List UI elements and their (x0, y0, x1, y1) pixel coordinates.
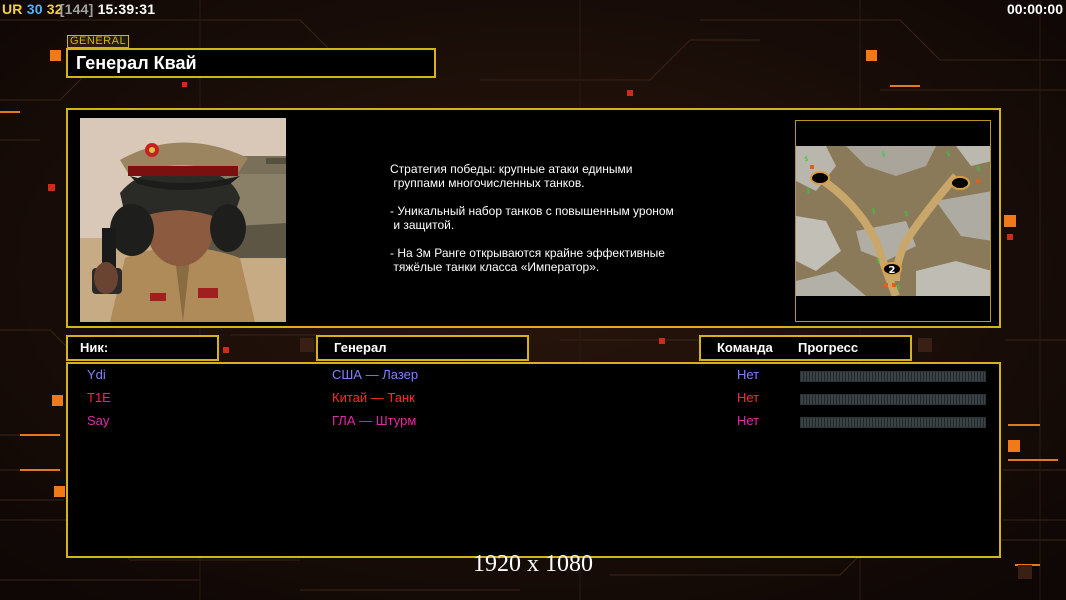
general-title: Генерал Квай (66, 48, 436, 78)
general-tag: GENERAL (67, 35, 130, 48)
svg-text:$: $ (976, 165, 980, 173)
player-general: США — Лазер (332, 367, 419, 382)
progress-bar (800, 417, 986, 428)
general-info-panel: Стратегия победы: крупные атаки едиными … (66, 108, 1001, 328)
game-timer: 00:00:00 (1006, 1, 1063, 17)
player-row[interactable]: T1E Китай — Танк Нет (68, 390, 999, 412)
strategy-line-1: Стратегия победы: крупные атаки едиными … (390, 162, 633, 190)
map-preview: 2 $ $ $ $ $ $ $ $ $ (795, 120, 991, 322)
svg-text:$: $ (881, 150, 885, 158)
player-nick: Say (87, 413, 110, 428)
player-general: ГЛА — Штурм (332, 413, 417, 428)
svg-text:$: $ (876, 257, 880, 265)
player-nick: T1E (87, 390, 111, 405)
resolution-label: 1920 x 1080 (473, 551, 593, 577)
player-row[interactable]: Ydi США — Лазер Нет (68, 367, 999, 389)
svg-text:$: $ (806, 187, 810, 195)
player-team: Нет (737, 390, 760, 405)
svg-text:$: $ (946, 150, 950, 158)
svg-text:$: $ (904, 210, 908, 218)
player-general: Китай — Танк (332, 390, 415, 405)
general-portrait (80, 118, 286, 322)
hud-label: UR (2, 1, 23, 17)
svg-text:$: $ (896, 283, 900, 291)
header-general-label: Генерал (334, 340, 387, 355)
hud-clock: 15:39:31 (97, 1, 156, 17)
header-progress-label: Прогресс (798, 340, 859, 355)
strategy-line-3: - На 3м Ранге открываются крайне эффекти… (390, 246, 665, 274)
strategy-description: Стратегия победы: крупные атаки едиными … (390, 162, 720, 288)
hud-fps: 30 (26, 1, 43, 17)
strategy-line-2: - Уникальный набор танков с повышенным у… (390, 204, 674, 232)
header-nick-label: Ник: (80, 340, 109, 355)
start-position-marker: 2 (889, 265, 896, 276)
header-nick: Ник: (66, 335, 219, 361)
header-team-label: Команда (717, 340, 773, 355)
progress-bar (800, 394, 986, 405)
svg-text:$: $ (871, 207, 875, 215)
hud-bracket: [144] (59, 1, 94, 17)
player-nick: Ydi (87, 367, 106, 382)
player-team: Нет (737, 413, 760, 428)
header-team-progress: Команда Прогресс (699, 335, 912, 361)
progress-bar (800, 371, 986, 382)
svg-text:$: $ (804, 155, 808, 163)
header-general: Генерал (316, 335, 529, 361)
fps-counter: UR 30 32[144] 15:39:31 (2, 1, 155, 17)
player-list: Ydi США — Лазер Нет T1E Китай — Танк Нет… (66, 362, 1001, 558)
player-row[interactable]: Say ГЛА — Штурм Нет (68, 413, 999, 435)
player-team: Нет (737, 367, 760, 382)
